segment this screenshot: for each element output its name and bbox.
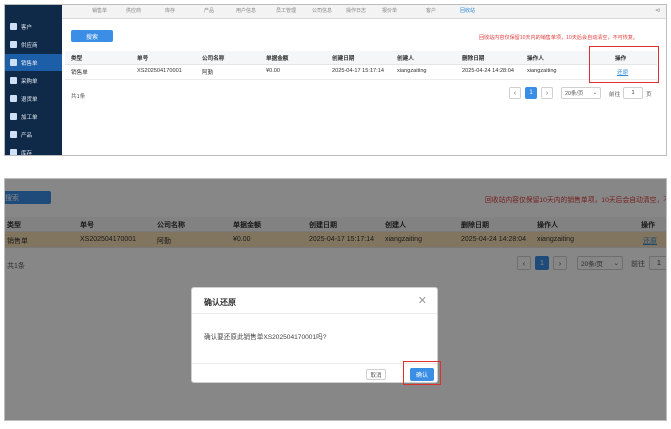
tab-quote[interactable]: 报价单 xyxy=(382,7,397,18)
tab-staff[interactable]: 员工管理 xyxy=(276,7,296,18)
sales-icon xyxy=(10,59,17,66)
sidebar-item-sales[interactable]: 销售单 xyxy=(5,54,62,71)
purchase-icon xyxy=(10,77,17,84)
dialog-message: 确认要还原此销售单XS202504170001吗? xyxy=(204,334,327,341)
tab-menu-icon[interactable]: ⊲ xyxy=(655,7,660,14)
col-deleted: 删除日期 xyxy=(462,56,485,62)
tab-company[interactable]: 公司信息 xyxy=(312,7,332,18)
cell-deleted: 2025-04-24 14:28:04 xyxy=(462,68,514,74)
goto-label: 前往 xyxy=(609,92,621,98)
col-company: 公司名称 xyxy=(202,56,225,62)
col-operator: 操作人 xyxy=(527,56,544,62)
dialog-title: 确认还原 xyxy=(204,298,236,307)
close-icon[interactable]: ✕ xyxy=(418,294,427,307)
cell-company: 阿勤 xyxy=(202,70,214,76)
sidebar-item-customer[interactable]: 客户 xyxy=(5,18,62,35)
prev-page-button[interactable]: ‹ xyxy=(509,87,521,99)
cell-order-no: XS202504170001 xyxy=(137,68,182,74)
user-group-icon xyxy=(10,23,17,30)
col-type: 类型 xyxy=(71,56,83,62)
page-suffix: 页 xyxy=(646,92,652,98)
supplier-icon xyxy=(10,41,17,48)
recycle-notice: 回收站内容仅保留10天内的销售单项，10天后会自动清空，不可恢复。 xyxy=(479,35,639,41)
cancel-button[interactable]: 取消 xyxy=(366,369,386,380)
sidebar-item-product[interactable]: 产品 xyxy=(5,126,62,143)
highlight-confirm-button xyxy=(403,361,441,385)
page-size-select[interactable]: 20条/页 ⌄ xyxy=(561,87,601,99)
tab-customer[interactable]: 客户 xyxy=(426,7,436,18)
sidebar-item-label: 客户 xyxy=(21,24,33,31)
divider xyxy=(192,363,437,364)
inventory-icon xyxy=(10,149,17,155)
bottom-screenshot-panel: 搜索 回收站内容仅保留10天内的销售单项，10天后会自动清空，不可恢复。 类型 … xyxy=(4,178,667,421)
tab-sales[interactable]: 销售单 xyxy=(92,7,107,18)
col-order-no: 单号 xyxy=(137,56,149,62)
highlight-action-column xyxy=(589,46,659,83)
table-row: 销售单 XS202504170001 阿勤 ¥0.00 2025-04-17 1… xyxy=(65,65,657,80)
sidebar-item-label: 加工单 xyxy=(21,114,38,121)
sidebar-item-label: 供应商 xyxy=(21,42,38,49)
divider xyxy=(192,313,437,314)
total-count: 共1条 xyxy=(71,94,86,100)
cell-created: 2025-04-17 15:17:14 xyxy=(332,68,384,74)
sidebar-item-label: 产品 xyxy=(21,132,33,139)
sidebar-item-label: 采购单 xyxy=(21,78,38,85)
sidebar-item-processing[interactable]: 加工单 xyxy=(5,108,62,125)
sidebar-item-label: 销售单 xyxy=(21,60,38,67)
sidebar-item-label: 退货单 xyxy=(21,96,38,103)
search-button[interactable]: 搜索 xyxy=(71,30,113,42)
sidebar-item-purchase[interactable]: 采购单 xyxy=(5,72,62,89)
col-amount: 单据金额 xyxy=(266,56,289,62)
chevron-down-icon: ⌄ xyxy=(592,90,597,96)
tab-supplier[interactable]: 供应商 xyxy=(126,7,141,18)
product-icon xyxy=(10,131,17,138)
next-page-button[interactable]: › xyxy=(541,87,553,99)
col-created: 创建日期 xyxy=(332,56,355,62)
tab-inventory[interactable]: 库存 xyxy=(165,7,175,18)
tab-log[interactable]: 操作日志 xyxy=(346,7,366,18)
cell-operator: xiangzaiting xyxy=(527,68,557,74)
return-icon xyxy=(10,95,17,102)
cell-type: 销售单 xyxy=(71,70,88,76)
cell-creator: xiangzaiting xyxy=(397,68,427,74)
tab-product[interactable]: 产品 xyxy=(204,7,214,18)
sidebar-item-return[interactable]: 退货单 xyxy=(5,90,62,107)
cell-amount: ¥0.00 xyxy=(266,68,280,74)
sidebar-item-label: 库存 xyxy=(21,150,33,156)
sidebar-item-inventory[interactable]: 库存 xyxy=(5,144,62,156)
page-size-value: 20条/页 xyxy=(565,91,584,97)
sidebar-item-supplier[interactable]: 供应商 xyxy=(5,36,62,53)
table-header: 类型 单号 公司名称 单据金额 创建日期 创建人 删除日期 操作人 操作 xyxy=(65,51,657,65)
tab-user-info[interactable]: 用户信息 xyxy=(236,7,256,18)
tab-recycle-bin[interactable]: 回收站 xyxy=(460,7,475,18)
sidebar: 客户 供应商 销售单 采购单 退货单 加工单 产品 库存 xyxy=(5,5,62,155)
tab-bar: 销售单 供应商 库存 产品 用户信息 员工管理 公司信息 操作日志 报价单 客户… xyxy=(62,5,666,19)
col-creator: 创建人 xyxy=(397,56,414,62)
goto-page-input[interactable]: 1 xyxy=(623,87,643,99)
processing-icon xyxy=(10,113,17,120)
confirm-restore-dialog: 确认还原 ✕ 确认要还原此销售单XS202504170001吗? 取消 确认 xyxy=(191,287,441,385)
top-screenshot-panel: 客户 供应商 销售单 采购单 退货单 加工单 产品 库存 销售单 供应商 库存 … xyxy=(4,4,667,156)
page-1-button[interactable]: 1 xyxy=(525,87,537,99)
